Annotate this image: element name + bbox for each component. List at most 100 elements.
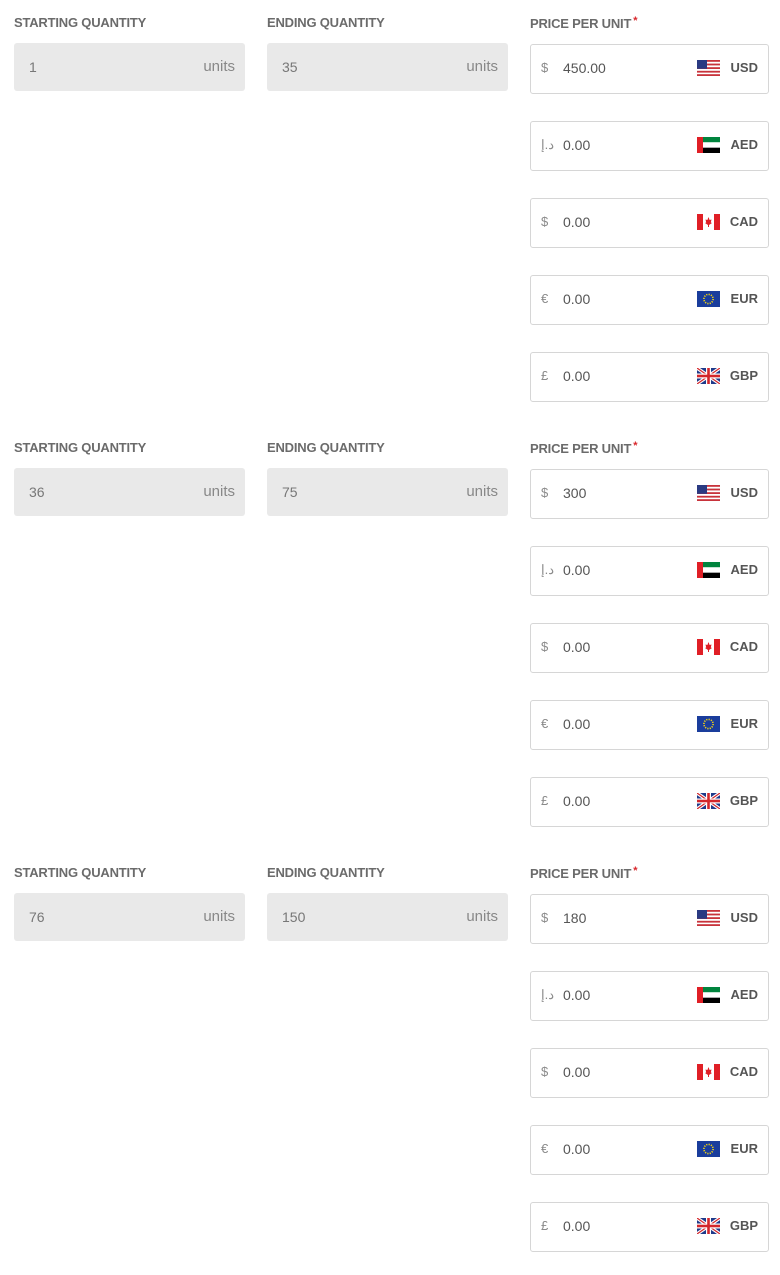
currency-symbol: $ — [541, 60, 549, 75]
eu-flag-icon — [697, 716, 720, 732]
price-value[interactable]: 0.00 — [563, 214, 590, 230]
price-value[interactable]: 0.00 — [563, 1064, 590, 1080]
starting-quantity-value: 36 — [29, 484, 45, 500]
price-per-unit-label: PRICE PER UNIT * — [530, 865, 638, 881]
currency-symbol: £ — [541, 1218, 549, 1233]
us-flag-icon — [697, 910, 720, 926]
currency-symbol: £ — [541, 368, 549, 383]
price-value[interactable]: 0.00 — [563, 562, 590, 578]
price-value[interactable]: 0.00 — [563, 793, 590, 809]
currency-code: GBP — [729, 793, 758, 808]
required-mark: * — [633, 15, 638, 27]
price-value[interactable]: 180 — [563, 910, 586, 926]
price-tier-1: STARTING QUANTITY ENDING QUANTITY PRICE … — [0, 0, 780, 425]
ae-flag-icon — [697, 987, 720, 1003]
starting-quantity-label: STARTING QUANTITY — [14, 15, 147, 30]
units-suffix: units — [466, 908, 498, 925]
currency-symbol: $ — [541, 214, 549, 229]
ending-quantity-value: 35 — [282, 59, 298, 75]
price-input-gbp[interactable]: £ 0.00 GBP — [530, 352, 769, 402]
currency-code: USD — [730, 60, 758, 75]
currency-symbol: $ — [541, 910, 549, 925]
gb-flag-icon — [697, 1218, 720, 1234]
required-mark: * — [633, 865, 638, 877]
price-input-eur[interactable]: € 0.00 EUR — [530, 275, 769, 325]
ca-flag-icon — [697, 639, 720, 655]
currency-code: AED — [730, 987, 758, 1002]
ending-quantity-value: 75 — [282, 484, 298, 500]
eu-flag-icon — [697, 1141, 720, 1157]
currency-code: EUR — [730, 716, 758, 731]
price-input-aed[interactable]: د.إ 0.00 AED — [530, 121, 769, 171]
price-input-gbp[interactable]: £ 0.00 GBP — [530, 1202, 769, 1252]
price-input-cad[interactable]: $ 0.00 CAD — [530, 1048, 769, 1098]
currency-symbol: د.إ — [541, 137, 555, 152]
price-input-aed[interactable]: د.إ 0.00 AED — [530, 971, 769, 1021]
units-suffix: units — [203, 908, 235, 925]
price-value[interactable]: 0.00 — [563, 368, 590, 384]
price-input-cad[interactable]: $ 0.00 CAD — [530, 623, 769, 673]
starting-quantity-value: 1 — [29, 59, 37, 75]
currency-symbol: $ — [541, 1064, 549, 1079]
currency-symbol: € — [541, 1141, 549, 1156]
price-value[interactable]: 450.00 — [563, 60, 606, 76]
ending-quantity-field: 35 units — [267, 43, 508, 91]
ending-quantity-label: ENDING QUANTITY — [267, 15, 385, 30]
price-per-unit-text: PRICE PER UNIT — [530, 16, 632, 31]
ending-quantity-label: ENDING QUANTITY — [267, 440, 385, 455]
ae-flag-icon — [697, 562, 720, 578]
required-mark: * — [633, 440, 638, 452]
ending-quantity-label: ENDING QUANTITY — [267, 865, 385, 880]
starting-quantity-value: 76 — [29, 909, 45, 925]
currency-code: AED — [730, 562, 758, 577]
price-input-usd[interactable]: $ 300 USD — [530, 469, 769, 519]
starting-quantity-field: 76 units — [14, 893, 245, 941]
price-per-unit-label: PRICE PER UNIT * — [530, 440, 638, 456]
price-per-unit-text: PRICE PER UNIT — [530, 866, 632, 881]
gb-flag-icon — [697, 368, 720, 384]
currency-symbol: $ — [541, 485, 549, 500]
gb-flag-icon — [697, 793, 720, 809]
price-value[interactable]: 300 — [563, 485, 586, 501]
price-value[interactable]: 0.00 — [563, 137, 590, 153]
ca-flag-icon — [697, 1064, 720, 1080]
currency-code: EUR — [730, 291, 758, 306]
ae-flag-icon — [697, 137, 720, 153]
currency-symbol: د.إ — [541, 562, 555, 577]
ca-flag-icon — [697, 214, 720, 230]
price-input-aed[interactable]: د.إ 0.00 AED — [530, 546, 769, 596]
ending-quantity-field: 150 units — [267, 893, 508, 941]
currency-code: USD — [730, 910, 758, 925]
price-value[interactable]: 0.00 — [563, 716, 590, 732]
currency-symbol: $ — [541, 639, 549, 654]
currency-code: CAD — [729, 639, 758, 654]
currency-code: USD — [730, 485, 758, 500]
units-suffix: units — [466, 483, 498, 500]
price-value[interactable]: 0.00 — [563, 1141, 590, 1157]
starting-quantity-field: 1 units — [14, 43, 245, 91]
starting-quantity-field: 36 units — [14, 468, 245, 516]
price-input-eur[interactable]: € 0.00 EUR — [530, 700, 769, 750]
us-flag-icon — [697, 485, 720, 501]
price-input-cad[interactable]: $ 0.00 CAD — [530, 198, 769, 248]
price-per-unit-text: PRICE PER UNIT — [530, 441, 632, 456]
price-value[interactable]: 0.00 — [563, 1218, 590, 1234]
price-value[interactable]: 0.00 — [563, 639, 590, 655]
units-suffix: units — [203, 483, 235, 500]
ending-quantity-value: 150 — [282, 909, 306, 925]
currency-code: AED — [730, 137, 758, 152]
units-suffix: units — [466, 58, 498, 75]
currency-symbol: £ — [541, 793, 549, 808]
price-input-usd[interactable]: $ 180 USD — [530, 894, 769, 944]
eu-flag-icon — [697, 291, 720, 307]
price-input-gbp[interactable]: £ 0.00 GBP — [530, 777, 769, 827]
price-input-eur[interactable]: € 0.00 EUR — [530, 1125, 769, 1175]
price-tier-3: STARTING QUANTITY ENDING QUANTITY PRICE … — [0, 850, 780, 1275]
currency-symbol: € — [541, 716, 549, 731]
currency-symbol: € — [541, 291, 549, 306]
us-flag-icon — [697, 60, 720, 76]
currency-code: GBP — [729, 1218, 758, 1233]
price-value[interactable]: 0.00 — [563, 987, 590, 1003]
price-input-usd[interactable]: $ 450.00 USD — [530, 44, 769, 94]
price-value[interactable]: 0.00 — [563, 291, 590, 307]
